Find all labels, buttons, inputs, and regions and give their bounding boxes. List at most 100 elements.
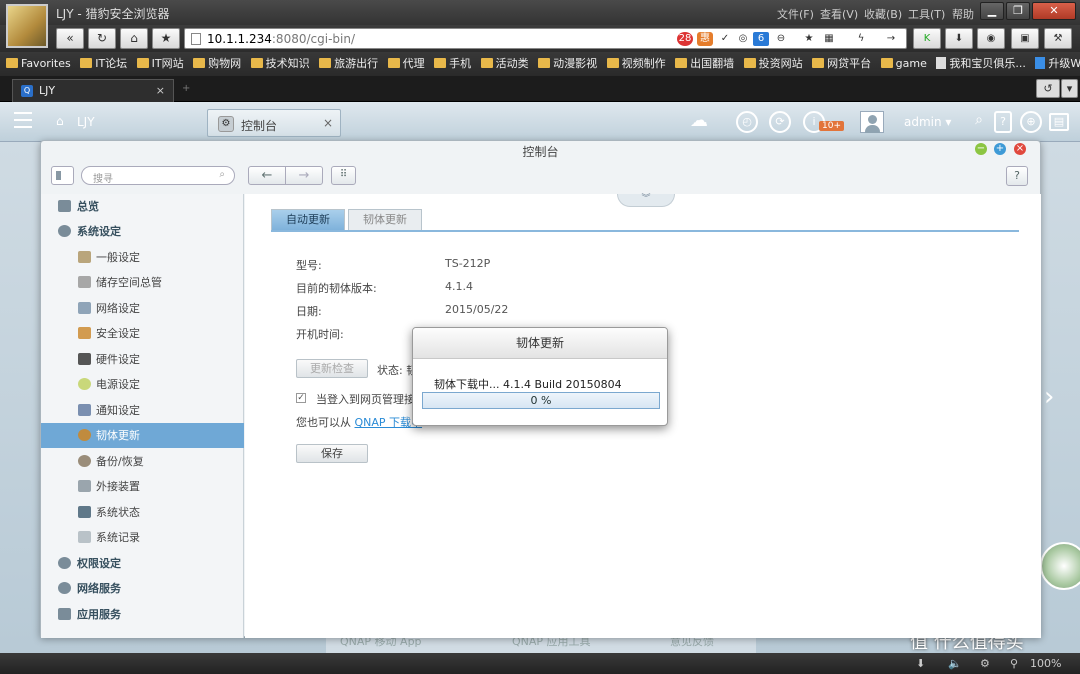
close-tab-icon[interactable]: ×	[156, 84, 165, 97]
bookmark-shopping[interactable]: 购物网	[193, 52, 241, 76]
bookmark-it-forum[interactable]: IT论坛	[80, 52, 127, 76]
back-icon[interactable]: «	[56, 28, 84, 49]
minimize-button[interactable]: ▁	[980, 2, 1004, 20]
sidebar-item-security[interactable]: 安全设定	[41, 321, 244, 346]
sidebar-item-overview[interactable]: 总览	[41, 194, 244, 219]
new-tab-icon[interactable]: +	[182, 83, 190, 94]
menu-help[interactable]: 帮助	[952, 6, 974, 22]
search-input[interactable]: 搜寻 ⌕	[81, 166, 235, 185]
sidebar-item-applications[interactable]: 应用服务	[41, 602, 244, 627]
user-menu[interactable]: admin ▾	[904, 115, 951, 129]
bookmark-phone[interactable]: 手机	[434, 52, 471, 76]
dashboard-icon[interactable]: ◴	[736, 111, 758, 133]
home-icon[interactable]: ⌂	[120, 28, 148, 49]
user-avatar-icon[interactable]	[860, 111, 884, 133]
auto-check-checkbox[interactable]: ✓	[296, 393, 306, 403]
camera-icon[interactable]: ▣	[1011, 28, 1039, 49]
sidebar-item-network-services[interactable]: 网络服务	[41, 576, 244, 601]
bookmark-p2p[interactable]: 网贷平台	[812, 52, 871, 76]
next-page-arrow-icon[interactable]: ›	[1044, 382, 1054, 412]
deal-icon[interactable]: 惠	[697, 32, 713, 46]
bookmark-game[interactable]: game	[880, 52, 927, 76]
maximize-window-icon[interactable]: +	[994, 143, 1006, 155]
check-update-button[interactable]: 更新检查	[296, 359, 368, 378]
menu-file[interactable]: 文件(F)	[777, 6, 814, 22]
menu-favorites[interactable]: 收藏(B)	[864, 6, 902, 22]
desktop-icon[interactable]: ▤	[1049, 113, 1069, 131]
sidebar-item-general[interactable]: 一般设定	[41, 245, 244, 270]
sidebar-item-power[interactable]: 电源设定	[41, 372, 244, 397]
address-bar[interactable]: 10.1.1.234:8080/cgi-bin/ 28 惠 ✓ ◎ 6 ⊖ ★ …	[184, 28, 907, 49]
app-tab-control-panel[interactable]: ⚙ 控制台 ×	[207, 109, 341, 137]
bookmark-it-sites[interactable]: IT网站	[136, 52, 184, 76]
bookmark-abroad[interactable]: 出国翻墙	[675, 52, 734, 76]
shield-icon[interactable]: 6	[753, 32, 769, 46]
bookmark-video[interactable]: 视频制作	[606, 52, 666, 76]
download-icon[interactable]: ⬇	[945, 28, 973, 49]
volume-icon[interactable]: 🔈	[948, 657, 962, 670]
undo-close-icon[interactable]: ↺	[1036, 79, 1060, 98]
close-app-icon[interactable]: ×	[323, 116, 333, 130]
toggle-sidebar-icon[interactable]	[51, 166, 74, 185]
restore-button[interactable]: ❐	[1006, 2, 1030, 20]
minimize-window-icon[interactable]: −	[975, 143, 987, 155]
main-menu-icon[interactable]	[14, 112, 32, 128]
apps-grid-icon[interactable]: ⠿	[331, 166, 356, 185]
sidebar-item-backup-restore[interactable]: 备份/恢复	[41, 449, 244, 474]
menu-view[interactable]: 查看(V)	[820, 6, 858, 22]
zoom-icon[interactable]: ⚲	[1010, 657, 1018, 670]
nas-name[interactable]: LJY	[77, 115, 95, 129]
sync-icon[interactable]: ⟳	[769, 111, 791, 133]
resource-monitor-widget[interactable]	[1040, 542, 1080, 590]
sidebar-item-hardware[interactable]: 硬件设定	[41, 347, 244, 372]
sidebar-item-system-logs[interactable]: 系统记录	[41, 525, 244, 550]
sidebar-item-firmware-update[interactable]: 韧体更新	[41, 423, 244, 448]
bookmark-favorites[interactable]: Favorites	[6, 52, 71, 76]
refresh-icon[interactable]: ↻	[88, 28, 116, 49]
adblock-icon[interactable]: ⊖	[773, 32, 789, 46]
collapse-chevron-icon[interactable]: ︾	[617, 194, 675, 207]
close-window-icon[interactable]: ×	[1014, 143, 1026, 155]
search-icon[interactable]: ⌕	[968, 111, 990, 133]
sidebar-item-network[interactable]: 网络设定	[41, 296, 244, 321]
help-icon[interactable]: ?	[1006, 166, 1028, 186]
qr-icon[interactable]: ▦	[821, 32, 837, 46]
sidebar-item-system-status[interactable]: 系统状态	[41, 500, 244, 525]
tools-icon[interactable]: ⚒	[1044, 28, 1072, 49]
forward-arrow-icon[interactable]: →	[285, 166, 323, 185]
download-status-icon[interactable]: ⬇	[916, 657, 925, 670]
bookmark-win10[interactable]: 升级Win10之...	[1035, 52, 1080, 76]
language-icon[interactable]: ⊕	[1020, 111, 1042, 133]
sidebar-item-system-settings[interactable]: 系统设定	[41, 219, 244, 244]
zoom-level[interactable]: 100%	[1030, 657, 1061, 670]
bookmark-tech[interactable]: 技术知识	[250, 52, 310, 76]
help-icon[interactable]: ?	[994, 111, 1012, 133]
cloud-icon[interactable]: ☁	[688, 111, 710, 133]
save-button[interactable]: 保存	[296, 444, 368, 463]
bookmark-proxy[interactable]: 代理	[387, 52, 425, 76]
bookmark-invest[interactable]: 投资网站	[743, 52, 803, 76]
back-arrow-icon[interactable]: ←	[248, 166, 286, 185]
tab-auto-update[interactable]: 自动更新	[271, 209, 345, 230]
home-icon[interactable]: ⌂	[56, 114, 64, 128]
bookmark-anime[interactable]: 动漫影视	[538, 52, 597, 76]
address-url[interactable]: 10.1.1.234:8080/cgi-bin/	[207, 32, 355, 46]
game-icon[interactable]: ◉	[977, 28, 1005, 49]
bookmark-baby-club[interactable]: 我和宝贝俱乐...	[936, 52, 1026, 76]
favorite-icon[interactable]: ★	[801, 32, 817, 46]
browser-tab[interactable]: Q LJY ×	[12, 79, 174, 102]
flash-icon[interactable]: ϟ	[853, 32, 869, 46]
extension-icon[interactable]: 28	[677, 32, 693, 46]
star-icon[interactable]: ★	[152, 28, 180, 49]
check-icon[interactable]: ✓	[717, 32, 733, 46]
menu-tools[interactable]: 工具(T)	[908, 6, 945, 22]
sidebar-item-notification[interactable]: 通知设定	[41, 398, 244, 423]
tool-icon[interactable]: ⚙	[980, 657, 990, 670]
sidebar-item-privilege[interactable]: 权限设定	[41, 551, 244, 576]
go-icon[interactable]: →	[883, 32, 899, 46]
k-extension-icon[interactable]: K	[913, 28, 941, 49]
tab-firmware-update[interactable]: 韧体更新	[348, 209, 422, 230]
tab-list-icon[interactable]: ▾	[1061, 79, 1078, 98]
user-avatar[interactable]	[6, 4, 48, 48]
sidebar-item-storage[interactable]: 储存空间总管	[41, 270, 244, 295]
